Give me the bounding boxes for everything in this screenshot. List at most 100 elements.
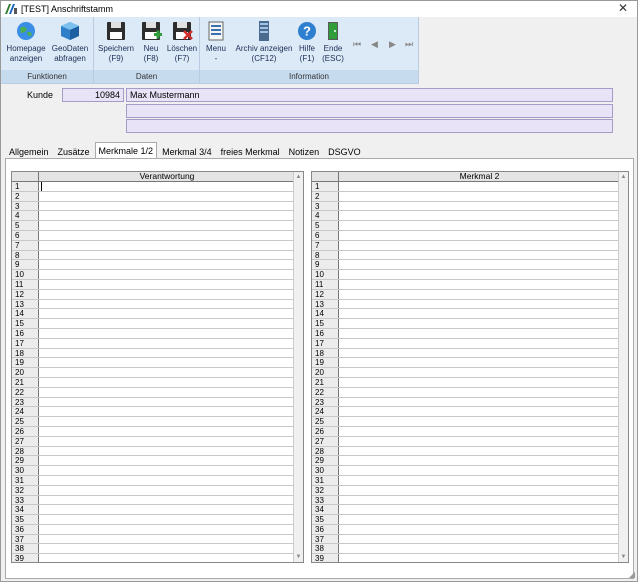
scroll-up-icon[interactable]: ▲ xyxy=(294,172,303,182)
table-row[interactable]: 28 xyxy=(12,446,295,457)
grid-cell[interactable] xyxy=(39,241,295,250)
table-row[interactable]: 34 xyxy=(312,505,620,516)
grid-cell[interactable] xyxy=(339,417,620,426)
grid-cell[interactable] xyxy=(39,505,295,514)
grid-cell[interactable] xyxy=(39,447,295,456)
column-header-merkmal-2[interactable]: Merkmal 2 xyxy=(339,172,620,181)
scroll-down-icon[interactable]: ▼ xyxy=(294,552,303,562)
table-row[interactable]: 21 xyxy=(12,377,295,388)
grid-verantwortung[interactable]: Verantwortung 1 2 3 4 5 6 7 8 9 10 11 12 13 14 15 16 17 1… xyxy=(11,171,304,563)
archive-button[interactable]: Archiv anzeigen (CF12) xyxy=(232,20,296,64)
new-button[interactable]: Neu (F8) xyxy=(136,20,166,64)
table-row[interactable]: 34 xyxy=(12,505,295,516)
menu-button[interactable]: Menu - xyxy=(203,20,229,64)
table-row[interactable]: 32 xyxy=(312,485,620,496)
grid-cell[interactable] xyxy=(39,329,295,338)
table-row[interactable]: 31 xyxy=(12,475,295,486)
table-row[interactable]: 18 xyxy=(312,348,620,359)
grid-cell[interactable] xyxy=(339,309,620,318)
grid-cell[interactable] xyxy=(39,456,295,465)
homepage-button[interactable]: Homepage anzeigen xyxy=(5,20,47,64)
grid-cell[interactable] xyxy=(339,368,620,377)
table-row[interactable]: 9 xyxy=(12,260,295,271)
grid-cell[interactable] xyxy=(339,349,620,358)
table-row[interactable]: 10 xyxy=(12,270,295,280)
grid-cell[interactable] xyxy=(339,496,620,505)
grid-cell[interactable] xyxy=(339,466,620,475)
table-row[interactable]: 19 xyxy=(12,358,295,369)
grid-cell[interactable] xyxy=(39,270,295,279)
resize-grip-icon[interactable]: ◢ xyxy=(629,570,635,579)
table-row[interactable]: 27 xyxy=(312,436,620,447)
table-row[interactable]: 7 xyxy=(12,240,295,251)
grid-cell[interactable] xyxy=(39,544,295,553)
table-row[interactable]: 3 xyxy=(12,201,295,212)
tab-merkmale-1-2[interactable]: Merkmale 1/2 xyxy=(94,142,158,159)
table-row[interactable]: 22 xyxy=(12,387,295,398)
table-row[interactable]: 25 xyxy=(12,417,295,427)
grid-cell[interactable] xyxy=(39,300,295,309)
table-row[interactable]: 25 xyxy=(312,417,620,427)
table-row[interactable]: 36 xyxy=(12,524,295,535)
table-row[interactable]: 35 xyxy=(12,515,295,525)
table-row[interactable]: 38 xyxy=(12,544,295,555)
grid-cell[interactable] xyxy=(39,280,295,289)
grid-cell[interactable] xyxy=(39,407,295,416)
grid-cell[interactable] xyxy=(39,251,295,260)
grid-cell[interactable] xyxy=(39,231,295,240)
grid-cell[interactable] xyxy=(39,260,295,269)
nav-first-icon[interactable]: ⏮ xyxy=(353,39,361,50)
scroll-down-icon[interactable]: ▼ xyxy=(619,552,628,562)
table-row[interactable]: 6 xyxy=(312,230,620,241)
table-row[interactable]: 10 xyxy=(312,270,620,280)
nav-next-icon[interactable]: ▶ xyxy=(389,39,396,50)
table-row[interactable]: 35 xyxy=(312,515,620,525)
grid-cell[interactable] xyxy=(339,260,620,269)
grid-cell[interactable] xyxy=(339,388,620,397)
grid-cell[interactable] xyxy=(39,476,295,485)
table-row[interactable]: 29 xyxy=(312,456,620,467)
grid-cell[interactable] xyxy=(41,182,295,191)
table-row[interactable]: 3 xyxy=(312,201,620,212)
tab-zusaetze[interactable]: Zusätze xyxy=(54,143,94,159)
table-row[interactable]: 33 xyxy=(12,495,295,506)
table-row[interactable]: 33 xyxy=(312,495,620,506)
grid-cell[interactable] xyxy=(339,525,620,534)
table-row[interactable]: 21 xyxy=(312,377,620,388)
table-row[interactable]: 30 xyxy=(12,466,295,476)
table-row[interactable]: 26 xyxy=(12,426,295,437)
table-row[interactable]: 8 xyxy=(312,250,620,261)
customer-name-field[interactable]: Max Mustermann xyxy=(126,88,613,102)
table-row[interactable]: 5 xyxy=(312,221,620,231)
table-row[interactable]: 15 xyxy=(312,319,620,329)
table-row[interactable]: 11 xyxy=(12,279,295,290)
grid-cell[interactable] xyxy=(339,290,620,299)
table-row[interactable]: 2 xyxy=(312,191,620,202)
grid-cell[interactable] xyxy=(339,486,620,495)
table-row[interactable]: 19 xyxy=(312,358,620,369)
table-row[interactable]: 13 xyxy=(312,299,620,310)
grid-cell[interactable] xyxy=(39,496,295,505)
grid-cell[interactable] xyxy=(39,221,295,230)
grid-cell[interactable] xyxy=(39,349,295,358)
table-row[interactable]: 27 xyxy=(12,436,295,447)
grid-cell[interactable] xyxy=(39,554,295,562)
table-row[interactable]: 5 xyxy=(12,221,295,231)
save-button[interactable]: Speichern (F9) xyxy=(97,20,135,64)
grid-cell[interactable] xyxy=(339,515,620,524)
table-row[interactable]: 28 xyxy=(312,446,620,457)
vertical-scrollbar[interactable]: ▲ ▼ xyxy=(293,172,303,562)
grid-cell[interactable] xyxy=(39,192,295,201)
table-row[interactable]: 2 xyxy=(12,191,295,202)
table-row[interactable]: 22 xyxy=(312,387,620,398)
grid-cell[interactable] xyxy=(339,251,620,260)
table-row[interactable]: 20 xyxy=(312,368,620,378)
table-row[interactable]: 7 xyxy=(312,240,620,251)
grid-cell[interactable] xyxy=(339,211,620,220)
table-row[interactable]: 16 xyxy=(312,328,620,339)
table-row[interactable]: 12 xyxy=(12,289,295,300)
table-row[interactable]: 36 xyxy=(312,524,620,535)
exit-button[interactable]: Ende (ESC) xyxy=(320,20,346,64)
grid-cell[interactable] xyxy=(339,456,620,465)
grid-cell[interactable] xyxy=(39,309,295,318)
